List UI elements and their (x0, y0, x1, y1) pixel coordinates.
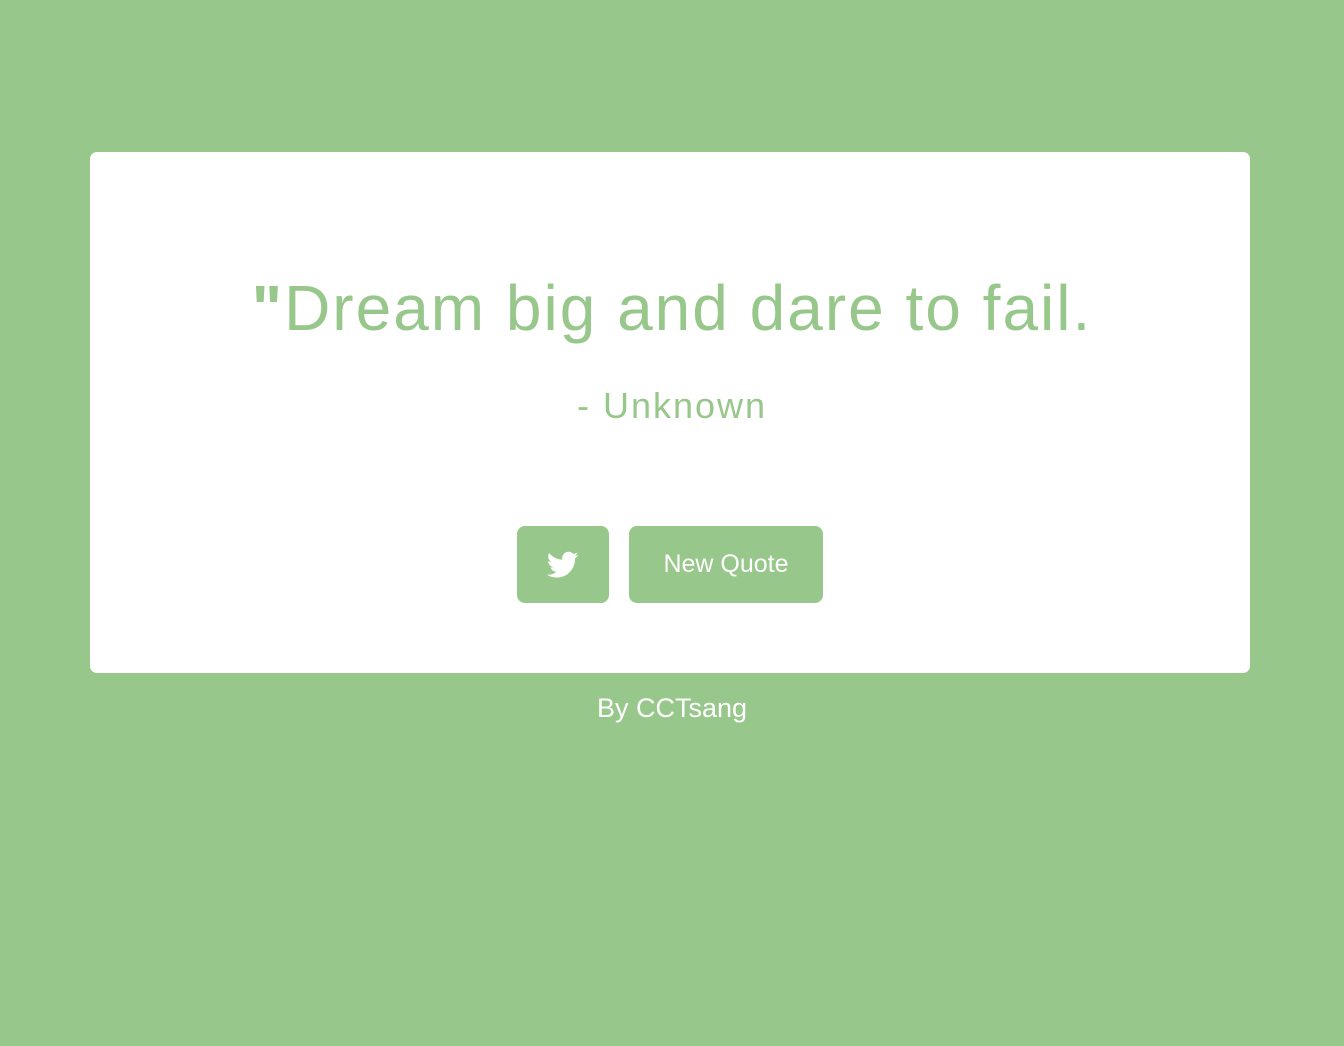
new-quote-button[interactable]: New Quote (629, 526, 823, 603)
page: "Dream big and dare to fail. - Unknown N… (0, 0, 1344, 1046)
tweet-button[interactable] (517, 526, 609, 603)
quote-body: Dream big and dare to fail. (284, 272, 1093, 344)
quote-text: "Dream big and dare to fail. (0, 272, 1344, 344)
quote-author: - Unknown (576, 385, 768, 426)
open-quote-mark: " (251, 272, 285, 344)
author-credit: By CCTsang (596, 693, 748, 723)
twitter-icon (547, 551, 579, 579)
